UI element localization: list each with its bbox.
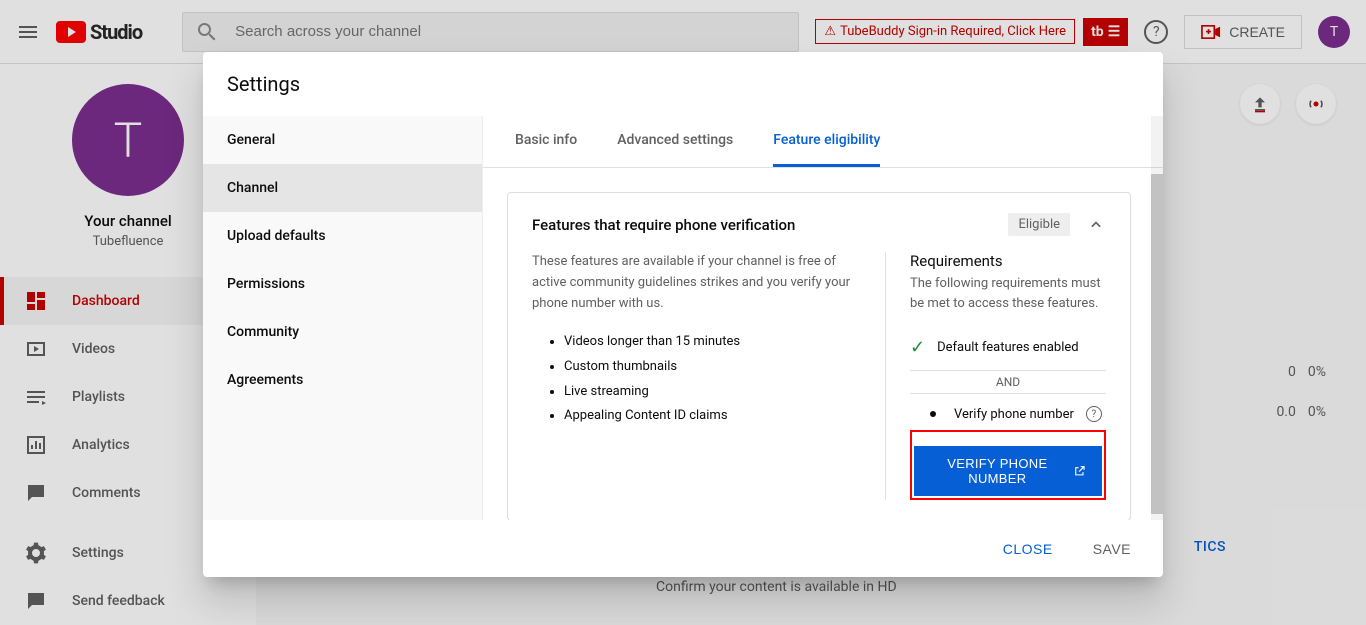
and-separator: AND [910,370,1106,394]
tab-advanced-settings[interactable]: Advanced settings [617,116,733,167]
list-item: Live streaming [564,380,861,405]
feature-card: Features that require phone verification… [507,192,1131,520]
requirement-item: Verify phone number ? [910,398,1106,430]
settings-nav-permissions[interactable]: Permissions [203,260,482,308]
scrollbar-thumb[interactable] [1151,174,1163,514]
external-link-icon [1073,463,1086,479]
tab-feature-eligibility[interactable]: Feature eligibility [773,116,880,167]
list-item: Custom thumbnails [564,355,861,380]
settings-nav-community[interactable]: Community [203,308,482,356]
info-icon[interactable]: ? [1086,406,1102,422]
bullet-icon [930,411,936,417]
requirements-desc: The following requirements must be met t… [910,274,1106,313]
modal-sidebar: General Channel Upload defaults Permissi… [203,116,483,520]
verify-highlight: VERIFY PHONE NUMBER [910,430,1106,500]
requirement-item: ✓ Default features enabled [910,329,1106,366]
modal-tabs: Basic info Advanced settings Feature eli… [483,116,1163,168]
modal-title: Settings [203,52,1163,116]
chevron-up-icon[interactable] [1086,215,1106,235]
feature-title: Features that require phone verification [532,216,795,234]
settings-nav-general[interactable]: General [203,116,482,164]
settings-nav-upload-defaults[interactable]: Upload defaults [203,212,482,260]
settings-nav-channel[interactable]: Channel [203,164,482,212]
settings-modal: Settings General Channel Upload defaults… [203,52,1163,577]
close-button[interactable]: CLOSE [995,533,1061,565]
eligible-badge: Eligible [1008,213,1070,236]
modal-footer: CLOSE SAVE [203,520,1163,577]
list-item: Videos longer than 15 minutes [564,330,861,355]
save-button[interactable]: SAVE [1085,533,1139,565]
feature-list: Videos longer than 15 minutes Custom thu… [532,330,861,429]
settings-nav-agreements[interactable]: Agreements [203,356,482,404]
scrollbar-track[interactable] [1151,116,1163,520]
verify-phone-button[interactable]: VERIFY PHONE NUMBER [914,446,1102,496]
list-item: Appealing Content ID claims [564,404,861,429]
check-icon: ✓ [910,337,925,358]
tab-basic-info[interactable]: Basic info [515,116,577,167]
requirements-title: Requirements [910,252,1106,270]
feature-description: These features are available if your cha… [532,252,861,314]
